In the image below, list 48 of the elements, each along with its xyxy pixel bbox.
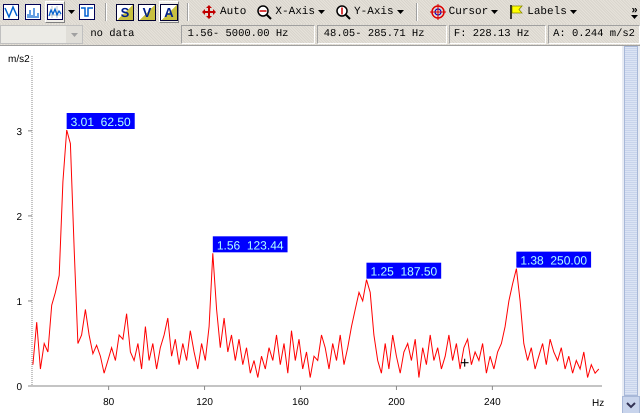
status-field: no data [85,25,179,44]
x-tick-label: 80 [103,397,114,408]
x-tick-label: 120 [196,397,213,408]
view-toggle-button[interactable] [1,1,21,23]
peak-label: 1.25 187.50 [366,262,442,279]
status-field: 48.05- 285.71 Hz [316,25,447,44]
flag-icon [508,4,524,20]
scrollbar[interactable] [622,46,640,413]
zoom-horizontal-icon [256,4,272,20]
annotation: 1.38 250.00 [520,254,588,268]
y-tick-label: 3 [16,126,22,138]
dropdown-button[interactable]: Cursor [426,1,502,23]
bar-graph-icon [25,4,41,20]
dropdown-button[interactable]: X-Axis [252,1,330,23]
caret-icon [70,32,78,36]
chevron-down-icon [626,401,636,409]
annotation: 3.01 62.50 [70,114,132,129]
waveform-icon [3,4,19,20]
annotation: 1.25 187.50 [370,264,438,279]
view-toggle-button[interactable] [23,1,43,23]
x-tick-label: 240 [484,397,501,408]
y-tick-label: 0 [16,382,22,393]
dropdown-button[interactable]: Y-Axis [331,1,408,23]
crosshair-target-icon [430,4,446,20]
y-tick-label: 2 [16,212,22,223]
dropdown-button[interactable]: Labels [504,1,581,23]
peak-label: 1.38 250.00 [516,252,592,268]
peak-label: 1.56 123.44 [212,236,288,252]
annotation: 1.56 123.44 [216,238,284,252]
status-field: F: 228.13 Hz [448,25,546,44]
y-tick-label: 1 [16,296,22,308]
overflow-button[interactable]: » [629,5,640,19]
x-tick-label: 200 [388,397,405,408]
view-toggle-button[interactable] [45,1,65,23]
caret-icon [631,15,638,19]
chart-grid-icon [47,4,63,20]
view-toggle-button[interactable] [77,1,97,23]
toolbar-button[interactable]: Auto [197,1,250,23]
zoom-vertical-icon [335,4,352,20]
status-field: 1.56- 5000.00 Hz [180,25,315,44]
y-axis-label: m/s2 [8,54,30,65]
status-field: A: 0.244 m/s2 [548,25,640,44]
x-tick-label: 160 [292,397,309,408]
x-axis-label: Hz [592,398,604,409]
pulse-icon [79,4,95,20]
peak-label: 3.01 62.50 [66,113,135,129]
scroll-down-button[interactable] [622,396,640,413]
move-arrows-icon [201,4,217,20]
